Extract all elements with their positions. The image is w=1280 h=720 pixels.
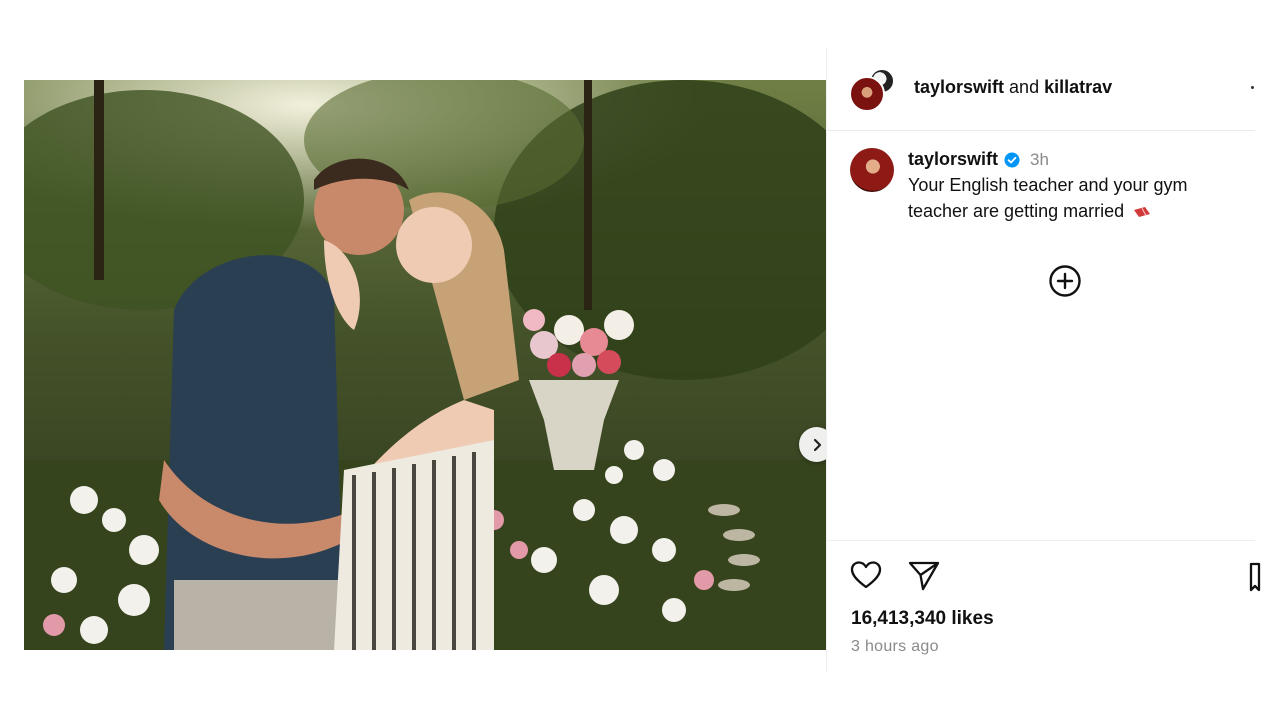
- caption-avatar[interactable]: [850, 148, 894, 192]
- post-header: taylorswift and killatrav: [827, 48, 1255, 131]
- photo-scene: [24, 80, 826, 650]
- collab-avatars[interactable]: [849, 68, 901, 114]
- ticket-emoji-icon: [1134, 207, 1151, 218]
- caption-username[interactable]: taylorswift: [908, 149, 998, 170]
- verified-badge-icon: [1004, 152, 1020, 167]
- username-link[interactable]: killatrav: [1044, 77, 1112, 97]
- avatar-taylorswift: [849, 76, 885, 112]
- likes-count[interactable]: 16,413,340 likes: [851, 608, 994, 630]
- username-link[interactable]: taylorswift: [914, 77, 1004, 97]
- chevron-right-icon: [813, 438, 821, 451]
- divider: [827, 540, 1255, 541]
- post-photo[interactable]: [24, 80, 826, 650]
- caption-time: 3h: [1030, 149, 1049, 169]
- post-timestamp[interactable]: 3 hours ago: [851, 638, 939, 656]
- caption-text-block: Your English teacher and your gym teache…: [908, 172, 1248, 224]
- next-slide-button[interactable]: [799, 427, 826, 462]
- collab-joiner: and: [1009, 77, 1040, 97]
- collaborators-line: taylorswift and killatrav: [914, 77, 1112, 98]
- more-options-icon[interactable]: [1251, 86, 1254, 89]
- caption: taylorswift 3h Your English teacher and …: [908, 149, 1248, 224]
- paper-plane-icon[interactable]: [907, 558, 941, 592]
- bookmark-icon[interactable]: [1249, 562, 1261, 592]
- add-circle-icon[interactable]: [1048, 264, 1082, 298]
- heart-icon[interactable]: [849, 558, 883, 592]
- post-details-panel: taylorswift and killatrav taylorswift 3h…: [826, 48, 1280, 672]
